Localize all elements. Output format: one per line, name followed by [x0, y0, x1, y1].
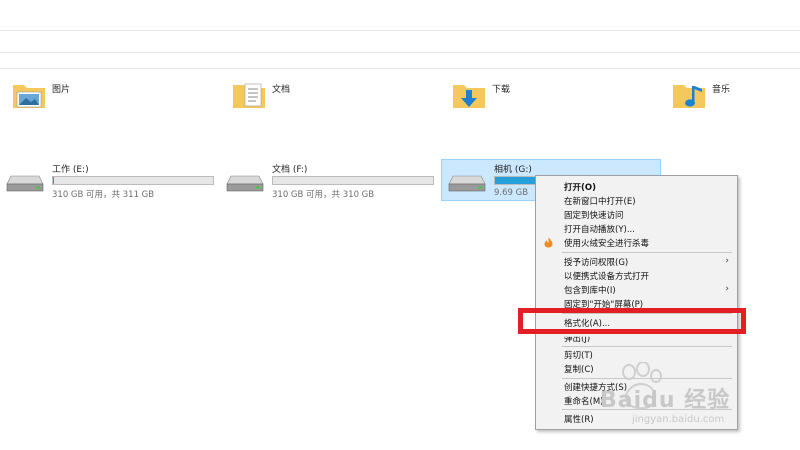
drive-usage-fill [495, 177, 535, 184]
folder-label: 下载 [492, 85, 511, 95]
hard-drive-icon [6, 175, 44, 192]
menu-item-open-new-window[interactable]: 在新窗口中打开(E) [536, 194, 737, 208]
menu-item-pin-quick-access[interactable]: 固定到快速访问 [536, 208, 737, 222]
drive-e[interactable]: 工作 (E:) 310 GB 可用，共 311 GB [0, 160, 218, 200]
drive-usage-bar [272, 176, 434, 185]
drive-usage-bar [52, 176, 214, 185]
menu-item-label: 剪切(T) [564, 351, 593, 361]
menu-item-label: 使用火绒安全进行杀毒 [564, 239, 650, 249]
highlight-box [518, 308, 746, 334]
menu-item-open[interactable]: 打开(O) [536, 180, 737, 194]
folder-label: 图片 [52, 85, 71, 95]
menu-item-include-in-library[interactable]: 包含到库中(I) › [536, 283, 737, 297]
watermark-url: jingyan.baidu.com [632, 414, 725, 425]
toolbar-divider [0, 52, 800, 53]
folder-label: 文档 [272, 85, 291, 95]
folder-music[interactable]: 音乐 [672, 80, 800, 130]
huorong-flame-icon [544, 237, 553, 248]
watermark-brand: Baidu 经验 [600, 388, 731, 413]
drive-name: 文档 (F:) [272, 165, 308, 175]
submenu-arrow-icon: › [725, 256, 729, 266]
menu-separator [562, 252, 732, 253]
drive-name: 相机 (G:) [494, 165, 532, 175]
menu-separator [562, 346, 732, 347]
hard-drive-icon [226, 175, 264, 192]
menu-item-label: 包含到库中(I) [564, 286, 616, 296]
menu-item-label: 打开(O) [564, 183, 596, 193]
menu-item-label: 重命名(M) [564, 397, 604, 407]
downloads-folder-icon [453, 85, 485, 108]
menu-item-label: 打开自动播放(Y)... [564, 225, 635, 235]
drive-name: 工作 (E:) [52, 165, 89, 175]
folder-label: 音乐 [712, 85, 731, 95]
drive-capacity: 310 GB 可用，共 311 GB [52, 190, 155, 200]
submenu-arrow-icon: › [725, 284, 729, 294]
toolbar-divider [0, 30, 800, 31]
menu-item-label: 固定到快速访问 [564, 211, 624, 221]
menu-item-grant-access[interactable]: 授予访问权限(G) › [536, 255, 737, 269]
pictures-folder-icon [13, 85, 45, 108]
menu-item-label: 在新窗口中打开(E) [564, 197, 636, 207]
menu-item-label: 授予访问权限(G) [564, 258, 629, 268]
drive-f[interactable]: 文档 (F:) 310 GB 可用，共 310 GB [220, 160, 438, 200]
music-folder-icon [673, 85, 705, 108]
menu-item-scan-huorong[interactable]: 使用火绒安全进行杀毒 [536, 236, 737, 250]
folder-pictures[interactable]: 图片 [12, 80, 212, 130]
menu-item-open-as-portable[interactable]: 以便携式设备方式打开 [536, 269, 737, 283]
menu-item-open-autoplay[interactable]: 打开自动播放(Y)... [536, 222, 737, 236]
menu-item-label: 以便携式设备方式打开 [564, 272, 650, 282]
documents-folder-icon [233, 83, 265, 108]
content-divider [0, 68, 800, 69]
menu-item-label: 属性(R) [564, 415, 594, 425]
drive-capacity: 310 GB 可用，共 310 GB [272, 190, 375, 200]
drive-capacity: 9.69 GB [494, 188, 529, 198]
menu-item-label: 复制(C) [564, 365, 594, 375]
folder-documents[interactable]: 文档 [232, 80, 432, 130]
menu-item-cut[interactable]: 剪切(T) [536, 348, 737, 362]
hard-drive-icon [448, 175, 486, 192]
folder-downloads[interactable]: 下载 [452, 80, 652, 130]
